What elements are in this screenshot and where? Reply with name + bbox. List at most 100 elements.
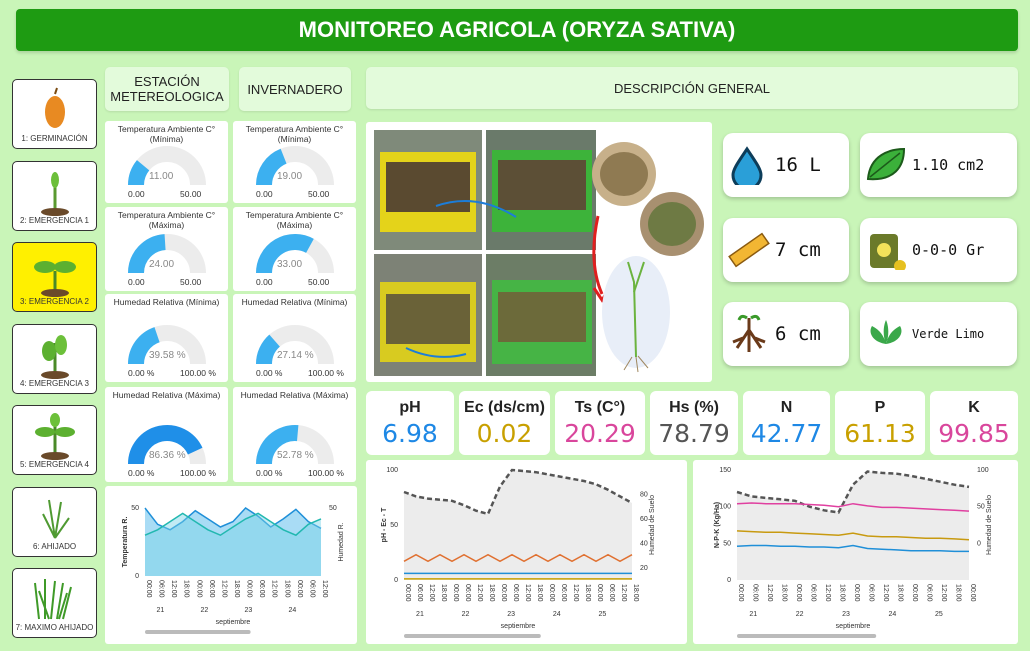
x-tick-label: 00:00 (145, 580, 152, 598)
x-tick-label: 12:00 (321, 580, 328, 598)
kpi-value: Verde Limo (912, 327, 985, 341)
tillering-icon (41, 499, 70, 539)
x-tick-label: 18:00 (536, 584, 543, 602)
y-tick-label: 100 (386, 467, 398, 474)
x-tick-label: 00:00 (853, 584, 860, 602)
stage-3-button[interactable]: 3: EMERGENCIA 2 (12, 242, 97, 312)
x-tick-label: 06:00 (752, 584, 759, 602)
x-axis-label: septiembre (836, 623, 871, 630)
x-tick-label: 06:00 (560, 584, 567, 602)
metric-card-2: Ec (ds/cm) 0.02 (459, 391, 550, 455)
x-tick-label: 00:00 (452, 584, 459, 602)
gauge-value: 33.00 (277, 259, 303, 270)
x-day-label: 25 (598, 611, 606, 618)
gauge-min: 0.00 (256, 189, 273, 199)
stage-5-button[interactable]: 5: EMERGENCIA 4 (12, 405, 97, 475)
gauge-max: 50.00 (180, 277, 202, 287)
stage-7-button[interactable]: 7: MAXIMO AHIJADO (12, 568, 97, 638)
gauge-max: 50.00 (308, 189, 330, 199)
gauge-value: 27.14 % (277, 350, 314, 361)
y-axis-label: N-P-K (Kg/Ha) (714, 502, 721, 548)
fertilizer-bag-icon (870, 234, 906, 270)
x-tick-label: 00:00 (969, 584, 976, 602)
water-drop-icon (731, 146, 763, 185)
y-axis-label: pH - Ec - T (381, 507, 388, 542)
y-tick-label: 50 (723, 540, 731, 547)
chart-scrollbar (737, 634, 877, 638)
gauge-min: 0.00 % (256, 468, 283, 478)
x-tick-label: 18:00 (897, 584, 904, 602)
x-day-label: 21 (749, 611, 757, 618)
y-right-axis-label: Humedad R. (338, 522, 345, 561)
gauge-min: 0.00 (128, 189, 145, 199)
metric-label: K (968, 399, 980, 416)
x-tick-label: 18:00 (632, 584, 639, 602)
npk-chart: 0 50 100 150 0 50 100 N-P-K (Kg/Ha) Humedad de S… (693, 460, 1018, 644)
x-tick-label: 06:00 (512, 584, 519, 602)
tab-station[interactable]: ESTACIÓN METEREOLOGICA (105, 67, 229, 111)
temp-humidity-chart: 0 50 50 Temperatura R. Humedad R. 00:00 06:00 1… (105, 486, 357, 644)
metric-card-3: Ts (C°) 20.29 (555, 391, 645, 455)
x-axis-label: septiembre (501, 623, 536, 630)
kpi-value: 0-0-0 Gr (912, 241, 985, 259)
grass-icon (33, 579, 72, 620)
gauge-max: 50.00 (180, 189, 202, 199)
stage-4-button[interactable]: 4: EMERGENCIA 3 (12, 323, 97, 394)
x-tick-label: 00:00 (795, 584, 802, 602)
y-tick-label: 0 (394, 577, 398, 584)
kpi-value: 6 cm (775, 323, 821, 345)
x-tick-label: 06:00 (608, 584, 615, 602)
x-tick-label: 06:00 (158, 580, 165, 598)
leaf-icon (866, 147, 906, 181)
tab-greenhouse[interactable]: INVERNADERO (239, 67, 351, 111)
station-gauge-4: Humedad Relativa (Máxima) 86.36 % 0.00 % 10… (105, 387, 228, 482)
x-tick-label: 12:00 (824, 584, 831, 602)
x-tick-label: 06:00 (926, 584, 933, 602)
stage-1-button[interactable]: 1: GERMINACIÓN (12, 79, 97, 149)
x-tick-label: 18:00 (488, 584, 495, 602)
x-tick-label: 00:00 (911, 584, 918, 602)
x-tick-label: 06:00 (464, 584, 471, 602)
metric-label: Ts (C°) (574, 399, 626, 416)
gauge-max: 100.00 % (308, 468, 344, 478)
chart-scrollbar (145, 630, 251, 634)
greenhouse-gauge-2: Temperatura Ambiente C° (Máxima) 33.00 0.0… (233, 207, 356, 291)
y-right-tick-label: 50 (329, 505, 337, 512)
x-tick-label: 12:00 (572, 584, 579, 602)
x-day-label: 21 (416, 611, 424, 618)
metric-value: 78.79 (658, 419, 730, 448)
gauge-min: 0.00 % (128, 368, 155, 378)
roots-icon (732, 314, 766, 352)
x-day-label: 23 (507, 611, 515, 618)
kpi-card-3: 7 cm (723, 218, 849, 282)
greenhouse-gauge-3: Humedad Relativa (Mínima) 27.14 % 0.00 % 10… (233, 294, 356, 382)
x-day-label: 23 (842, 611, 850, 618)
x-tick-label: 18:00 (440, 584, 447, 602)
metric-card-6: P 61.13 (835, 391, 925, 455)
kpi-card-6: Verde Limo (860, 302, 1017, 366)
metric-card-5: N 42.77 (743, 391, 830, 455)
kpi-card-4: 0-0-0 Gr (860, 218, 1017, 282)
kpi-card-5: 6 cm (723, 302, 849, 366)
y-axis-label: Temperatura R. (122, 517, 129, 568)
y-tick-label: 100 (719, 504, 731, 511)
stage-6-button[interactable]: 6: AHIJADO (12, 486, 97, 557)
gauge-fill (128, 160, 150, 186)
x-tick-label: 18:00 (955, 584, 962, 602)
metric-value: 20.29 (564, 419, 636, 448)
y-tick-label: 0 (727, 577, 731, 584)
x-day-label: 22 (201, 607, 209, 614)
series-area (737, 471, 969, 580)
metric-value: 42.77 (750, 419, 823, 448)
x-day-label: 21 (157, 607, 165, 614)
tab-overview[interactable]: DESCRIPCIÓN GENERAL (366, 67, 1018, 109)
gauge-value: 52.78 % (277, 450, 314, 461)
y-tick-label: 150 (719, 467, 731, 474)
gauge-min: 0.00 (256, 277, 273, 287)
x-tick-label: 00:00 (737, 584, 744, 602)
stage-2-button[interactable]: 2: EMERGENCIA 1 (12, 160, 97, 231)
x-tick-label: 12:00 (476, 584, 483, 602)
x-day-label: 24 (889, 611, 897, 618)
kpi-value: 1.10 cm2 (912, 156, 985, 174)
y-right-tick-label: 100 (977, 467, 989, 474)
